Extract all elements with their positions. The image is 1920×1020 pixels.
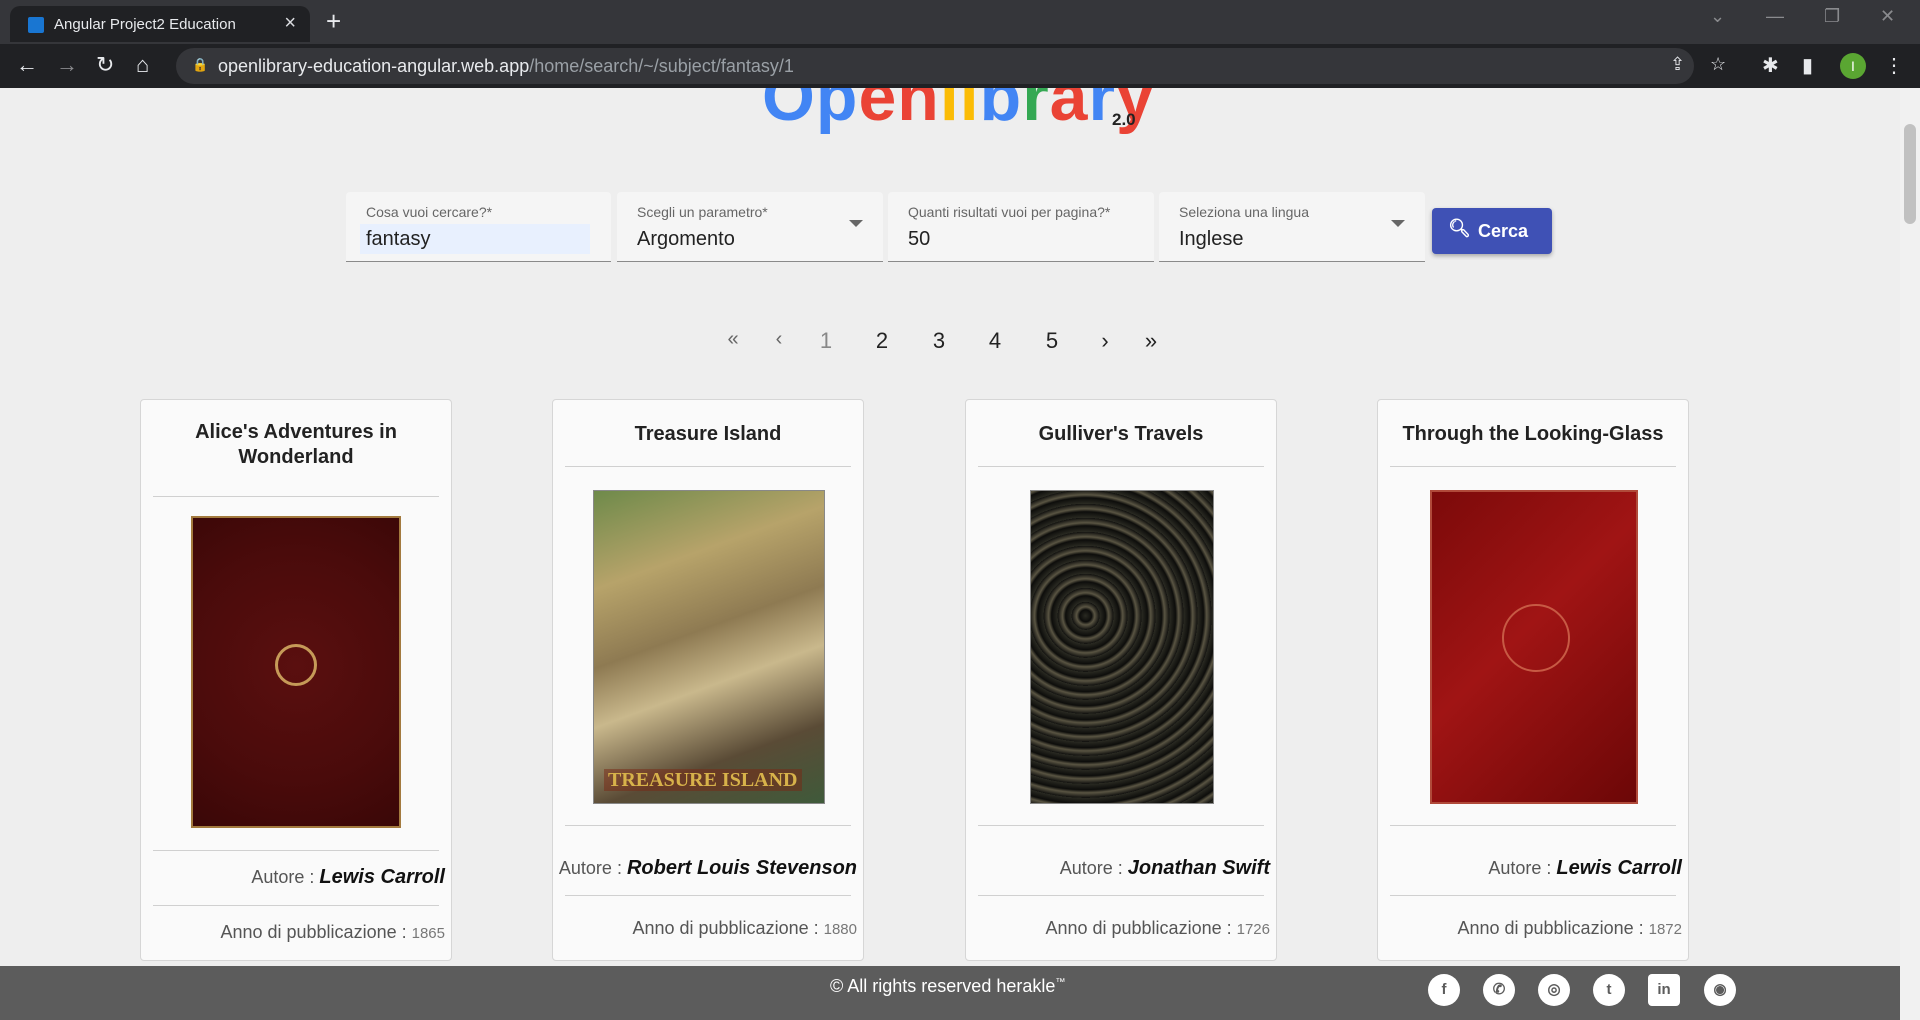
- book-cover-image[interactable]: TREASURE ISLAND: [593, 490, 825, 804]
- search-query-label: Cosa vuoi cercare?*: [366, 204, 493, 220]
- footer: © All rights reserved herakle™ f ✆ ◎ t i…: [0, 966, 1900, 1020]
- lock-icon: 🔒: [192, 57, 209, 72]
- book-card[interactable]: Gulliver's Travels Autore : Jonathan Swi…: [965, 399, 1277, 961]
- side-panel-icon[interactable]: ▮: [1802, 53, 1813, 78]
- language-label: Seleziona una lingua: [1179, 204, 1309, 220]
- results-per-page-input[interactable]: 50: [908, 228, 930, 251]
- favicon-icon: [28, 17, 44, 33]
- book-author: Autore : Lewis Carroll: [251, 866, 445, 888]
- book-year: Anno di pubblicazione : 1865: [220, 922, 445, 942]
- book-author: Autore : Lewis Carroll: [1488, 857, 1682, 879]
- linkedin-icon[interactable]: in: [1648, 974, 1680, 1006]
- github-icon[interactable]: ◉: [1704, 974, 1736, 1006]
- menu-kebab-icon[interactable]: ⋮: [1884, 53, 1904, 78]
- book-title[interactable]: Treasure Island: [565, 422, 851, 447]
- search-icon: 🔍︎: [1448, 218, 1471, 238]
- book-cover-image[interactable]: [1030, 490, 1214, 804]
- divider: [978, 825, 1264, 826]
- book-author: Autore : Jonathan Swift: [1059, 857, 1270, 879]
- book-card[interactable]: Alice's Adventures in Wonderland Autore …: [140, 399, 452, 961]
- book-cover-image[interactable]: [191, 516, 401, 828]
- divider: [1390, 825, 1676, 826]
- language-select[interactable]: Seleziona una lingua Inglese: [1159, 192, 1425, 262]
- profile-avatar[interactable]: I: [1840, 53, 1866, 79]
- cover-title-text: TREASURE ISLAND: [604, 769, 802, 791]
- pagination-page-2[interactable]: 2: [862, 328, 902, 354]
- whatsapp-icon[interactable]: ✆: [1483, 974, 1515, 1006]
- divider: [565, 466, 851, 467]
- close-tab-icon[interactable]: ×: [284, 12, 296, 35]
- twitter-icon[interactable]: t: [1593, 974, 1625, 1006]
- url-text: openlibrary-education-angular.web.app/ho…: [218, 56, 794, 76]
- search-button-label: Cerca: [1478, 221, 1529, 241]
- divider: [978, 895, 1264, 896]
- close-window-icon[interactable]: ✕: [1880, 6, 1895, 27]
- book-year: Anno di pubblicazione : 1872: [1457, 918, 1682, 938]
- results-per-page-field[interactable]: Quanti risultati vuoi per pagina?* 50: [888, 192, 1154, 262]
- cover-emblem: [275, 644, 317, 686]
- version-label: 2.0: [1112, 110, 1136, 129]
- pagination-next[interactable]: ›: [1085, 328, 1125, 354]
- pagination-page-4[interactable]: 4: [975, 328, 1015, 354]
- facebook-icon[interactable]: f: [1428, 974, 1460, 1006]
- divider: [153, 905, 439, 906]
- pagination-page-1[interactable]: 1: [806, 328, 846, 354]
- home-icon[interactable]: ⌂: [136, 52, 149, 78]
- parameter-select[interactable]: Scegli un parametro* Argomento: [617, 192, 883, 262]
- page-content: Openlibrary 2.0 Cosa vuoi cercare?* fant…: [0, 88, 1900, 966]
- search-button[interactable]: 🔍︎ Cerca: [1432, 208, 1552, 254]
- divider: [565, 895, 851, 896]
- pagination-page-5[interactable]: 5: [1032, 328, 1072, 354]
- extensions-icon[interactable]: ✱: [1762, 53, 1779, 78]
- browser-chrome: Angular Project2 Education × + ⌄ — ❐ ✕ ←…: [0, 0, 1920, 88]
- search-query-field[interactable]: Cosa vuoi cercare?* fantasy: [346, 192, 611, 262]
- tab-title: Angular Project2 Education: [54, 16, 236, 33]
- reload-icon[interactable]: ↻: [96, 52, 114, 78]
- back-icon[interactable]: ←: [16, 52, 38, 78]
- bookmark-star-icon[interactable]: ☆: [1710, 54, 1726, 75]
- book-title[interactable]: Through the Looking-Glass: [1390, 422, 1676, 447]
- book-card[interactable]: Through the Looking-Glass Autore : Lewis…: [1377, 399, 1689, 961]
- new-tab-icon[interactable]: +: [326, 6, 341, 37]
- divider: [153, 850, 439, 851]
- instagram-icon[interactable]: ◎: [1538, 974, 1570, 1006]
- parameter-label: Scegli un parametro*: [637, 204, 768, 220]
- results-per-page-label: Quanti risultati vuoi per pagina?*: [908, 204, 1111, 220]
- divider: [978, 466, 1264, 467]
- book-card[interactable]: Treasure Island TREASURE ISLAND Autore :…: [552, 399, 864, 961]
- pagination-first[interactable]: «: [713, 328, 753, 351]
- scrollbar-thumb[interactable]: [1904, 124, 1916, 224]
- share-icon[interactable]: ⇪: [1670, 54, 1685, 75]
- copyright-text: © All rights reserved herakle™: [830, 976, 1066, 996]
- cover-emblem: [1502, 604, 1570, 672]
- book-title[interactable]: Gulliver's Travels: [978, 422, 1264, 447]
- pagination-prev[interactable]: ‹: [759, 328, 799, 351]
- tab-search-icon[interactable]: ⌄: [1710, 6, 1725, 27]
- dropdown-arrow-icon: [849, 220, 863, 227]
- minimize-icon[interactable]: —: [1766, 6, 1784, 27]
- pagination-page-3[interactable]: 3: [919, 328, 959, 354]
- book-year: Anno di pubblicazione : 1726: [1045, 918, 1270, 938]
- forward-icon[interactable]: →: [56, 52, 78, 78]
- page-scrollbar[interactable]: [1900, 88, 1920, 1020]
- address-bar[interactable]: 🔒 openlibrary-education-angular.web.app/…: [176, 48, 1726, 84]
- book-cover-image[interactable]: [1430, 490, 1638, 804]
- openlibrary-logo[interactable]: Openlibrary: [762, 88, 1155, 136]
- book-author: Autore : Robert Louis Stevenson: [558, 857, 857, 879]
- book-year: Anno di pubblicazione : 1880: [632, 918, 857, 938]
- divider: [1390, 895, 1676, 896]
- search-query-input[interactable]: fantasy: [366, 228, 430, 251]
- language-value: Inglese: [1179, 228, 1244, 250]
- restore-icon[interactable]: ❐: [1824, 6, 1840, 27]
- dropdown-arrow-icon: [1391, 220, 1405, 227]
- pagination-last[interactable]: »: [1131, 328, 1171, 354]
- browser-toolbar: ← → ↻ ⌂ 🔒 openlibrary-education-angular.…: [0, 44, 1920, 88]
- divider: [565, 825, 851, 826]
- divider: [1390, 466, 1676, 467]
- parameter-value: Argomento: [637, 228, 735, 250]
- divider: [153, 496, 439, 497]
- book-title[interactable]: Alice's Adventures in Wonderland: [153, 420, 439, 470]
- browser-tab[interactable]: Angular Project2 Education ×: [10, 6, 310, 42]
